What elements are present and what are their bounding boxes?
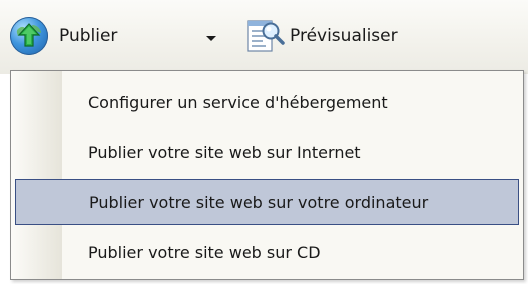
publish-label: Publier bbox=[59, 26, 118, 46]
preview-button[interactable]: Prévisualiser bbox=[244, 14, 444, 58]
preview-label: Prévisualiser bbox=[290, 26, 398, 46]
menu-item-label: Publier votre site web sur votre ordinat… bbox=[89, 192, 429, 212]
menu-item-label: Publier votre site web sur CD bbox=[88, 242, 321, 262]
publish-button[interactable]: Publier bbox=[10, 14, 260, 58]
chevron-down-icon[interactable] bbox=[206, 36, 216, 41]
preview-icon bbox=[244, 16, 286, 56]
menu-item-publish-cd[interactable]: Publier votre site web sur CD bbox=[15, 229, 519, 275]
menu-item-label: Publier votre site web sur Internet bbox=[88, 142, 361, 162]
menu-item-publish-internet[interactable]: Publier votre site web sur Internet bbox=[15, 129, 519, 175]
publish-dropdown-menu: Configurer un service d'hébergement Publ… bbox=[10, 70, 524, 280]
menu-item-label: Configurer un service d'hébergement bbox=[88, 92, 388, 112]
menu-item-configure-hosting[interactable]: Configurer un service d'hébergement bbox=[15, 79, 519, 125]
globe-upload-icon bbox=[10, 17, 48, 55]
toolbar: Publier Prévisualiser bbox=[0, 0, 528, 74]
menu-item-publish-computer[interactable]: Publier votre site web sur votre ordinat… bbox=[15, 179, 519, 225]
